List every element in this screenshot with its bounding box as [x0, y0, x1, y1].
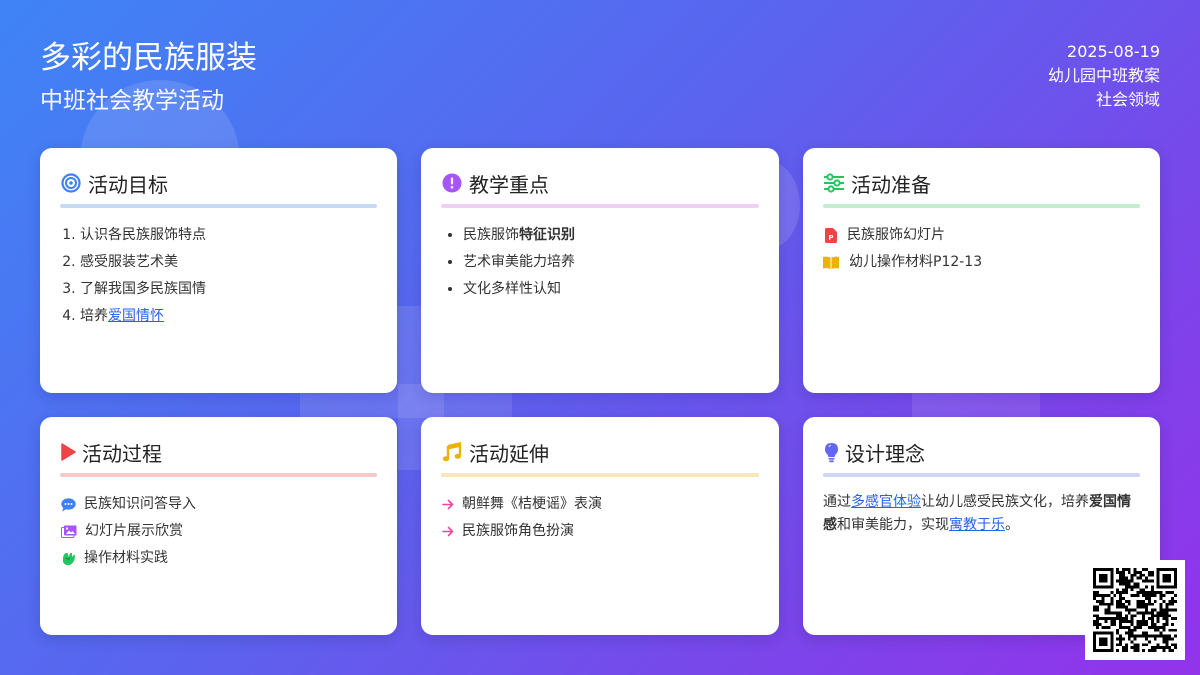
item-text: 幼儿操作材料P12-13 [849, 254, 983, 270]
keypoints-list: 民族服饰特征识别 艺术审美能力培养 文化多样性认知 [441, 222, 759, 303]
list-item: 民族服饰角色扮演 [441, 518, 759, 545]
list-item: 培养爱国情怀 [80, 303, 377, 330]
list-item: P 民族服饰幻灯片 [823, 222, 1140, 249]
date-label: 2025-08-19 [1067, 42, 1160, 61]
extension-card: 活动延伸 朝鲜舞《桔梗谣》表演 民族服饰角色扮演 [421, 417, 779, 635]
header: 多彩的民族服装 中班社会教学活动 [40, 38, 257, 116]
card-title: 设计理念 [845, 441, 925, 466]
list-item: 操作材料实践 [60, 545, 377, 572]
card-title: 活动过程 [82, 441, 162, 466]
list-item: 认识各民族服饰特点 [80, 222, 377, 249]
images-icon [60, 524, 77, 540]
qr-code-icon [1093, 568, 1177, 652]
card-header: 活动准备 [823, 168, 1140, 198]
card-header: 活动目标 [60, 168, 377, 198]
card-divider [441, 473, 759, 477]
card-divider [60, 204, 377, 208]
hands-icon [60, 551, 76, 567]
list-item: 了解我国多民族国情 [80, 276, 377, 303]
card-divider [823, 473, 1140, 477]
multisensory-link[interactable]: 多感官体验 [851, 494, 921, 510]
card-title: 活动目标 [88, 172, 168, 197]
list-item: 朝鲜舞《桔梗谣》表演 [441, 491, 759, 518]
item-text: 民族服饰 [463, 227, 519, 243]
exclamation-icon [441, 172, 463, 194]
card-header: 教学重点 [441, 168, 759, 198]
list-item: 艺术审美能力培养 [463, 249, 759, 276]
goals-card: 活动目标 认识各民族服饰特点 感受服装艺术美 了解我国多民族国情 培养爱国情怀 [40, 148, 397, 393]
decor-square [912, 392, 1040, 418]
target-icon [60, 172, 82, 194]
card-divider [60, 473, 377, 477]
music-icon [441, 441, 463, 463]
list-item: 感受服装艺术美 [80, 249, 377, 276]
list-item: 幼儿操作材料P12-13 [823, 249, 1140, 276]
lightbulb-icon [823, 441, 839, 463]
book-icon [823, 255, 839, 271]
card-title: 教学重点 [469, 172, 549, 197]
paragraph-text: 让幼儿感受民族文化，培养 [921, 494, 1089, 510]
sliders-icon [823, 172, 845, 194]
list-item: 幻灯片展示欣赏 [60, 518, 377, 545]
item-emphasis: 特征识别 [519, 227, 575, 243]
card-divider [823, 204, 1140, 208]
header-meta: 2025-08-19 幼儿园中班教案 社会领域 [1048, 40, 1160, 112]
patriotism-link[interactable]: 爱国情怀 [108, 308, 164, 324]
concept-paragraph: 通过多感官体验让幼儿感受民族文化，培养爱国情感和审美能力，实现寓教于乐。 [823, 491, 1140, 537]
class-label: 幼儿园中班教案 [1047, 66, 1160, 85]
card-header: 设计理念 [823, 437, 1140, 467]
item-text: 民族知识问答导入 [84, 496, 196, 512]
list-item: 民族服饰特征识别 [463, 222, 759, 249]
chat-icon [60, 497, 76, 513]
edutainment-link[interactable]: 寓教于乐 [949, 517, 1005, 533]
item-text: 民族服饰角色扮演 [462, 523, 574, 539]
item-text: 民族服饰幻灯片 [847, 227, 945, 243]
card-header: 活动过程 [60, 437, 377, 467]
list-item: 文化多样性认知 [463, 276, 759, 303]
domain-label: 社会领域 [1095, 90, 1160, 109]
item-text: 操作材料实践 [84, 550, 168, 566]
card-divider [441, 204, 759, 208]
keypoints-card: 教学重点 民族服饰特征识别 艺术审美能力培养 文化多样性认知 [421, 148, 779, 393]
card-header: 活动延伸 [441, 437, 759, 467]
qr-code[interactable] [1085, 560, 1185, 660]
ppt-file-icon: P [823, 228, 839, 244]
arrow-right-icon [441, 524, 454, 540]
svg-text:P: P [828, 234, 833, 242]
paragraph-text: 。 [1005, 517, 1019, 533]
item-text: 培养 [80, 308, 108, 324]
card-title: 活动延伸 [469, 441, 549, 466]
process-card: 活动过程 民族知识问答导入 幻灯片展示欣赏 操作材料实践 [40, 417, 397, 635]
prep-card: 活动准备 P 民族服饰幻灯片 幼儿操作材料P12-13 [803, 148, 1160, 393]
card-title: 活动准备 [851, 172, 931, 197]
paragraph-text: 通过 [823, 494, 851, 510]
goals-list: 认识各民族服饰特点 感受服装艺术美 了解我国多民族国情 培养爱国情怀 [60, 222, 377, 330]
page-subtitle: 中班社会教学活动 [40, 88, 224, 114]
play-icon [60, 441, 76, 463]
paragraph-text: 和审美能力，实现 [837, 517, 949, 533]
item-text: 朝鲜舞《桔梗谣》表演 [462, 496, 602, 512]
arrow-right-icon [441, 497, 454, 513]
list-item: 民族知识问答导入 [60, 491, 377, 518]
item-text: 幻灯片展示欣赏 [85, 523, 183, 539]
page-title: 多彩的民族服装 [40, 40, 257, 76]
